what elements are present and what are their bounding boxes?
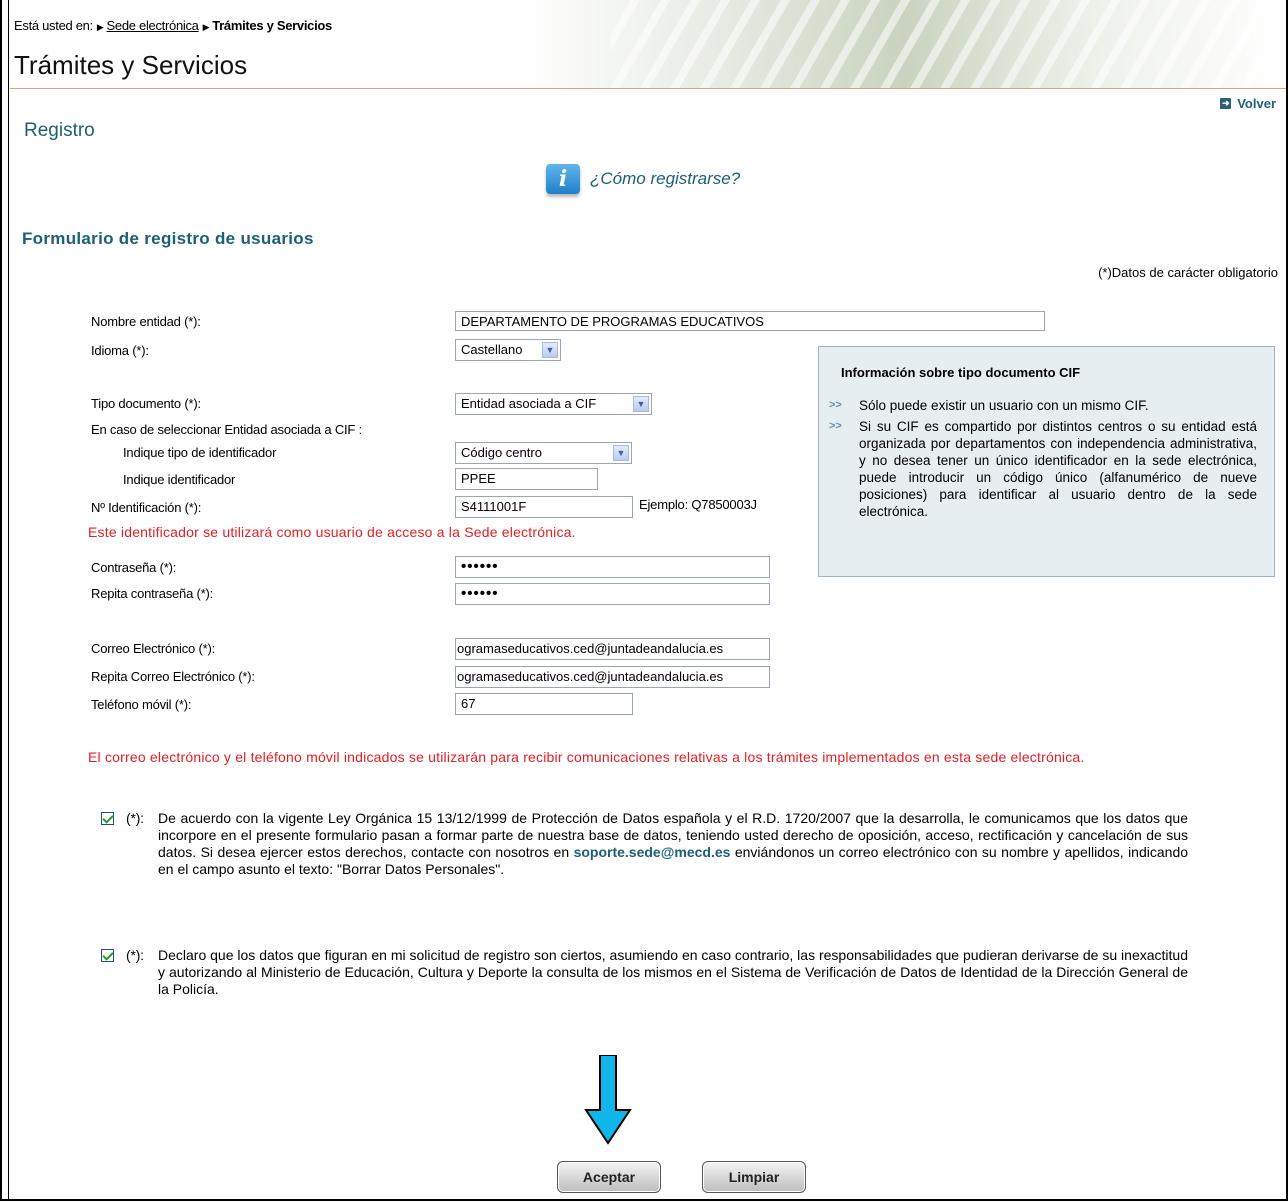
required-note: (*)Datos de carácter obligatorio — [1098, 265, 1278, 280]
password-input[interactable]: •••••• — [455, 556, 770, 578]
lopd-text: De acuerdo con la vigente Ley Orgánica 1… — [158, 810, 1188, 878]
lopd-checkbox[interactable] — [101, 812, 114, 825]
left-border — [8, 0, 9, 1199]
email-repeat-label: Repita Correo Electrónico (*): — [91, 669, 255, 684]
mobile-label: Teléfono móvil (*): — [91, 697, 192, 712]
howto-label: ¿Cómo registrarse? — [590, 169, 741, 188]
declaration-text: Declaro que los datos que figuran en mi … — [158, 947, 1188, 997]
id-type-value: Código centro — [461, 445, 542, 460]
accept-button[interactable]: Aceptar — [557, 1161, 661, 1193]
password-repeat-input[interactable]: •••••• — [455, 583, 770, 605]
language-value: Castellano — [461, 342, 523, 357]
infobox-item: >> Si su CIF es compartido por distintos … — [829, 418, 1257, 520]
email-input[interactable]: ogramaseducativos.ced@juntadeandalucia.e… — [455, 638, 770, 660]
doc-type-select[interactable]: Entidad asociada a CIF ▼ — [455, 393, 652, 415]
password-label: Contraseña (*): — [91, 560, 177, 575]
breadcrumb-current: Trámites y Servicios — [212, 18, 332, 33]
identifier-label: Indique identificador — [123, 472, 236, 487]
id-type-select[interactable]: Código centro ▼ — [455, 442, 632, 464]
howto-link[interactable]: i ¿Cómo registrarse? — [546, 164, 740, 194]
identifier-input[interactable]: PPEE — [455, 468, 598, 490]
cif-info-box: Información sobre tipo documento CIF >> S… — [818, 346, 1275, 577]
cif-note: En caso de seleccionar Entidad asociada … — [91, 422, 362, 437]
down-arrow-icon — [584, 1055, 632, 1145]
breadcrumb-prefix: Está usted en: — [14, 18, 93, 33]
infobox-list: >> Sólo puede existir un usuario con un m… — [829, 397, 1257, 524]
bullet-icon: >> — [829, 420, 842, 432]
language-label: Idioma (*): — [91, 343, 149, 358]
infobox-item: >> Sólo puede existir un usuario con un m… — [829, 397, 1257, 414]
breadcrumb-triangle-icon: ▶ — [96, 22, 104, 32]
id-number-input[interactable]: S4111001F — [455, 496, 633, 518]
email-repeat-input[interactable]: ogramaseducativos.ced@juntadeandalucia.e… — [455, 666, 770, 688]
declaration-checkbox[interactable] — [101, 949, 114, 962]
doc-type-value: Entidad asociada a CIF — [461, 396, 597, 411]
clear-button[interactable]: Limpiar — [702, 1161, 806, 1193]
breadcrumb-triangle-icon: ▶ — [202, 22, 210, 32]
contact-warning: El correo electrónico y el teléfono móvi… — [88, 749, 1085, 765]
back-arrow-icon: ➜ — [1220, 98, 1232, 109]
password-repeat-label: Repita contraseña (*): — [91, 586, 214, 601]
chevron-down-icon: ▼ — [613, 445, 629, 461]
doc-type-label: Tipo documento (*): — [91, 396, 201, 411]
section-title: Registro — [24, 120, 95, 141]
support-email-link[interactable]: soporte.sede@mecd.es — [574, 844, 731, 860]
mobile-input[interactable]: 67 — [455, 693, 633, 715]
entity-name-label: Nombre entidad (*): — [91, 314, 201, 329]
entity-name-input[interactable]: DEPARTAMENTO DE PROGRAMAS EDUCATIVOS — [455, 311, 1045, 331]
infobox-title: Información sobre tipo documento CIF — [841, 365, 1081, 380]
info-icon: i — [546, 164, 580, 194]
infobox-item-text: Si su CIF es compartido por distintos ce… — [859, 419, 1257, 519]
declaration-prefix: (*): — [126, 947, 144, 963]
id-type-label: Indique tipo de identificador — [123, 445, 277, 460]
chevron-down-icon: ▼ — [542, 342, 558, 358]
email-label: Correo Electrónico (*): — [91, 641, 215, 656]
header-decoration — [610, 0, 1286, 88]
id-example: Ejemplo: Q7850003J — [639, 497, 757, 512]
language-select[interactable]: Castellano ▼ — [455, 339, 561, 361]
chevron-down-icon: ▼ — [633, 396, 649, 412]
header-title: Trámites y Servicios — [14, 50, 248, 80]
infobox-item-text: Sólo puede existir un usuario con un mis… — [859, 398, 1149, 413]
bullet-icon: >> — [829, 399, 842, 411]
breadcrumb-link-sede[interactable]: Sede electrónica — [107, 18, 199, 33]
volver-label: Volver — [1237, 96, 1276, 111]
id-number-label: Nº Identificación (*): — [91, 500, 202, 515]
id-warning: Este identificador se utilizará como usu… — [88, 524, 576, 540]
lopd-prefix: (*): — [126, 810, 144, 826]
form-title: Formulario de registro de usuarios — [22, 229, 314, 248]
breadcrumb: Está usted en: ▶ Sede electrónica ▶ Trámites… — [14, 18, 332, 33]
volver-link[interactable]: ➜ Volver — [1220, 96, 1276, 111]
